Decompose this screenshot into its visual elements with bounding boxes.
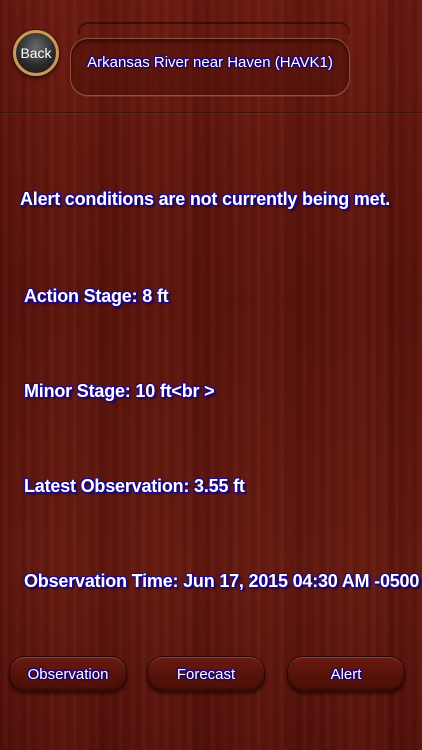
back-button[interactable]: Back [13,30,59,76]
observation-button[interactable]: Observation [9,656,127,692]
action-stage-text: Action Stage: 8 ft [24,286,169,306]
page-title: Arkansas River near Haven (HAVK1) [87,54,333,71]
minor-stage-text: Minor Stage: 10 ft<br > [24,381,215,401]
alert-status-text: Alert conditions are not currently being… [20,189,391,209]
observation-time-text: Observation Time: Jun 17, 2015 04:30 AM … [24,571,420,591]
forecast-button[interactable]: Forecast [147,656,265,692]
top-bar: Back Arkansas River near Haven (HAVK1) [0,0,422,113]
alert-button[interactable]: Alert [287,656,405,692]
title-shelf-decoration [78,22,350,34]
latest-observation-text: Latest Observation: 3.55 ft [24,476,245,496]
